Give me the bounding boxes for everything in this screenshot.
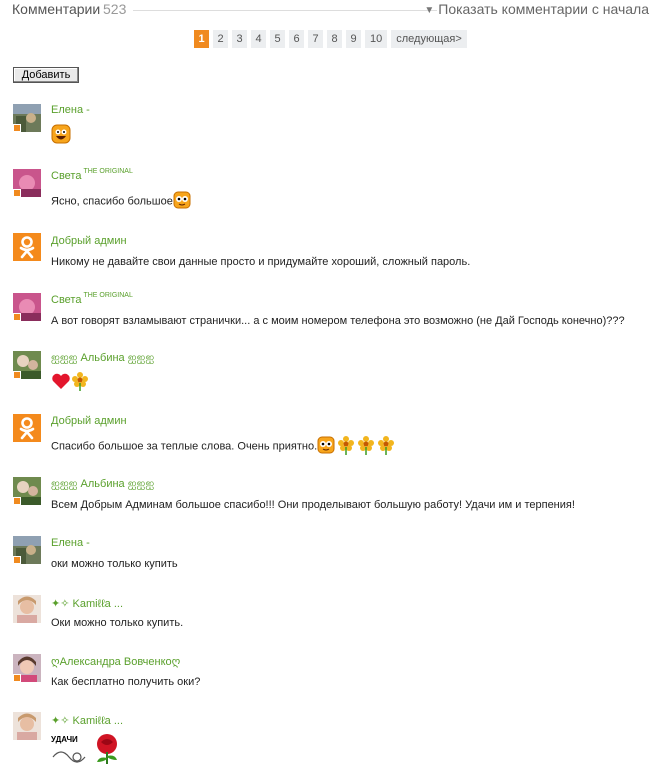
comment-text [51,371,89,394]
comment-author[interactable]: Елена - [51,537,90,549]
page-link[interactable]: 5 [270,30,285,48]
ok-logo-icon[interactable] [13,233,41,261]
comment-item: ✦✧ Kamiℓℓa ... УДАЧИ [13,712,653,768]
triangle-down-icon: ▼ [424,5,435,16]
comment-text: Оки можно только купить. [51,617,184,629]
page-current[interactable]: 1 [194,30,209,48]
comment-text: УДАЧИ [51,730,125,767]
flower-icon [377,435,395,458]
author-badge: THE ORIGINAL [83,292,133,299]
ok-logo-icon[interactable] [13,414,41,442]
page-link[interactable]: 4 [251,30,266,48]
comment-text: оки можно только купить [51,558,178,570]
comment-text-content: Ясно, спасибо большое [51,195,173,208]
comment-author[interactable]: ✦✧ Kamiℓℓa ... [51,597,123,610]
comment-author[interactable]: Добрый админ [51,235,127,247]
author-badge: THE ORIGINAL [83,168,133,175]
avatar[interactable] [13,477,41,505]
comment-item: Добрый админ Никому не давайте свои данн… [13,233,653,277]
comment-author[interactable]: Елена - [51,104,90,116]
comments-count: 523 [103,1,127,17]
show-from-start-label: Показать комментарии с начала [438,1,649,17]
avatar[interactable] [13,169,41,197]
page-link[interactable]: 8 [327,30,342,48]
smiley-icon [173,191,191,212]
comment-text: А вот говорят взламывают странички... а … [51,315,625,327]
avatar[interactable] [13,654,41,682]
avatar[interactable] [13,293,41,321]
comment-author[interactable]: ஐஐஐ Альбина ஐஐஐ [51,352,154,366]
comments-header: Комментарии 523 ▼ Показать комментарии с … [0,0,661,22]
avatar[interactable] [13,104,41,132]
comment-author[interactable]: Света THE ORIGINAL [51,292,133,306]
comment-item: Света THE ORIGINAL Ясно, спасибо большое [13,168,653,213]
comment-item: Елена - [13,104,653,148]
add-comment-button[interactable]: Добавить [13,67,79,83]
comment-item: ღАлександра Вовченкоღ Как бесплатно полу… [13,654,653,698]
good-luck-sticker: УДАЧИ [51,733,89,765]
smiley-icon [317,436,335,457]
comment-author[interactable]: ღАлександра Вовченкоღ [51,655,180,668]
pagination: 1 2 3 4 5 6 7 8 9 10 следующая> [194,30,467,48]
comment-item: ஐஐஐ Альбина ஐஐஐ [13,351,653,395]
comment-item: Елена - оки можно только купить [13,536,653,580]
flower-icon [357,435,375,458]
flower-icon [71,371,89,394]
comment-author[interactable]: ஐஐஐ Альбина ஐஐஐ [51,478,154,492]
comment-item: ஐஐஐ Альбина ஐஐஐ Всем Добрым Админам боль… [13,477,653,521]
comment-item: Добрый админ Спасибо большое за теплые с… [13,414,653,458]
heart-icon [51,372,71,393]
page-link[interactable]: 6 [289,30,304,48]
avatar[interactable] [13,351,41,379]
comment-text: Как бесплатно получить оки? [51,676,201,688]
page-link[interactable]: 2 [213,30,228,48]
comment-text: Всем Добрым Админам большое спасибо!!! О… [51,499,575,511]
page-link[interactable]: 9 [346,30,361,48]
page-link[interactable]: 10 [365,30,388,48]
page-link[interactable]: 7 [308,30,323,48]
comment-author[interactable]: ✦✧ Kamiℓℓa ... [51,714,123,727]
header-divider [133,10,437,11]
comment-text: Ясно, спасибо большое [51,191,191,212]
comment-text-content: Спасибо большое за теплые слова. Очень п… [51,440,318,453]
comment-author[interactable]: Света THE ORIGINAL [51,168,133,182]
avatar[interactable] [13,595,41,623]
flower-icon [337,435,355,458]
avatar[interactable] [13,536,41,564]
comment-text: Спасибо большое за теплые слова. Очень п… [51,435,395,458]
smiley-grin-icon [51,124,71,147]
comment-item: ✦✧ Kamiℓℓa ... Оки можно только купить. [13,595,653,639]
comment-item: Света THE ORIGINAL А вот говорят взламыва… [13,292,653,337]
comments-title: Комментарии [12,1,101,17]
rose-icon [89,730,125,767]
next-page-link[interactable]: следующая> [391,30,467,48]
author-name: Света [51,170,82,182]
show-from-start-link[interactable]: ▼ Показать комментарии с начала [424,1,649,17]
comment-author[interactable]: Добрый админ [51,415,127,427]
page-link[interactable]: 3 [232,30,247,48]
avatar[interactable] [13,712,41,740]
comment-text: Никому не давайте свои данные просто и п… [51,256,471,268]
comment-text [51,124,71,147]
author-name: Света [51,294,82,306]
